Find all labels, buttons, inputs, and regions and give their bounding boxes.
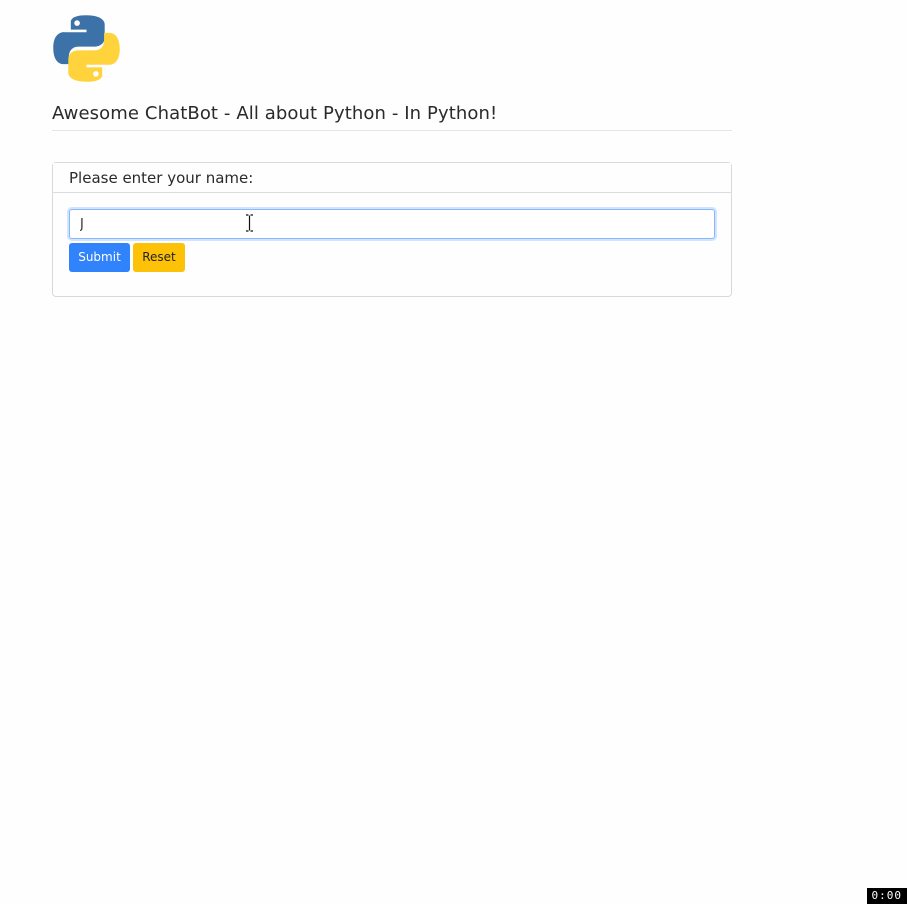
name-input[interactable] [69,209,715,239]
text-cursor-icon [246,214,253,232]
page: Awesome ChatBot - All about Python - In … [0,0,907,904]
page-title: Awesome ChatBot - All about Python - In … [52,103,732,131]
python-logo-icon [53,15,120,82]
submit-button[interactable]: Submit [69,243,130,272]
recording-timer: 0:00 [866,888,907,904]
name-prompt-label: Please enter your name: [53,163,731,193]
name-card: Please enter your name: Submit Reset [52,162,732,297]
reset-button[interactable]: Reset [133,243,185,272]
